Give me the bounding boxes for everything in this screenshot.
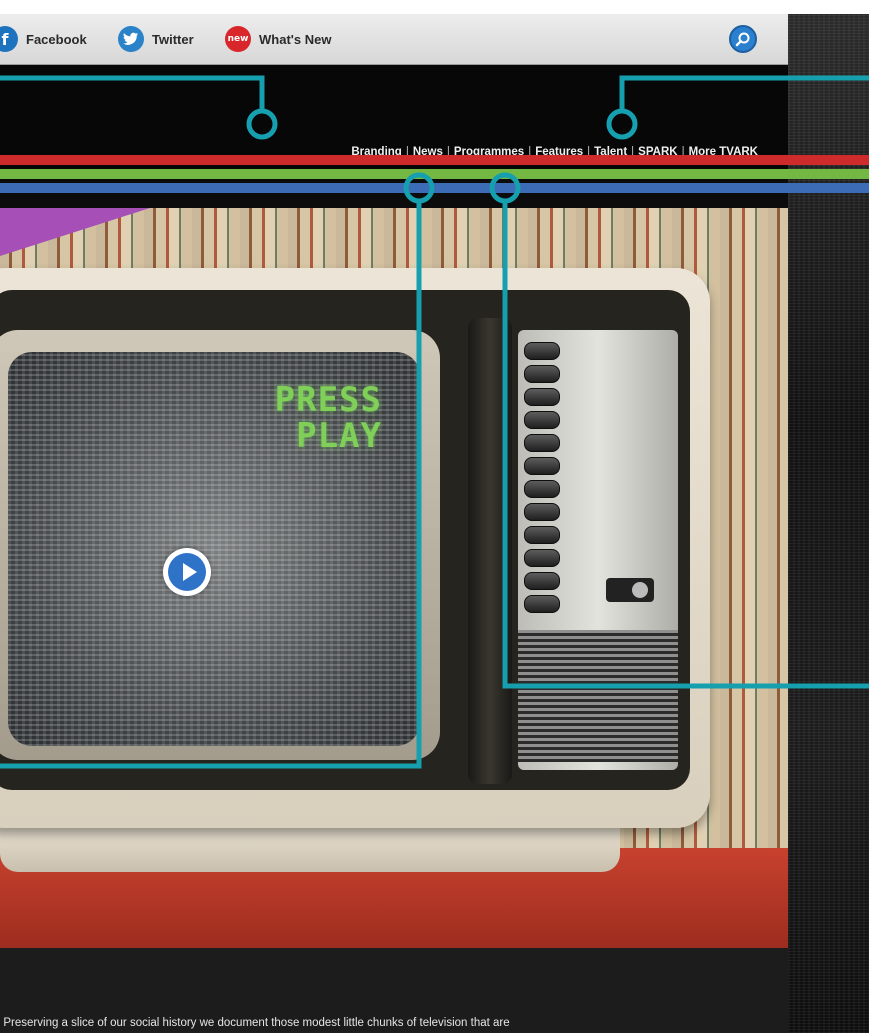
retro-tv: PRESS PLAY: [0, 268, 710, 828]
search-icon: [735, 32, 750, 47]
channel-button: [524, 503, 560, 521]
press-text: PRESS: [274, 380, 382, 420]
channel-button: [524, 526, 560, 544]
channel-button: [524, 434, 560, 452]
blue-stripe: [0, 183, 869, 193]
channel-button: [524, 388, 560, 406]
press-play-text: PRESS PLAY: [275, 382, 382, 454]
hero-banner: PRESS PLAY: [0, 208, 788, 948]
tv-control-panel: [518, 330, 678, 770]
footer: . Preserving a slice of our social histo…: [0, 948, 788, 1033]
channel-button: [524, 595, 560, 613]
static-noise-panel: [788, 14, 869, 1033]
channel-button: [524, 342, 560, 360]
twitter-link[interactable]: Twitter: [118, 25, 194, 53]
speaker-grille: [518, 630, 678, 762]
power-switch: [606, 578, 654, 602]
twitter-label: Twitter: [152, 31, 194, 47]
tvark-website: f Facebook Twitter new What's New Brandi…: [0, 14, 788, 1033]
channel-button: [524, 457, 560, 475]
facebook-link[interactable]: f Facebook: [0, 25, 87, 53]
footer-description: . Preserving a slice of our social histo…: [0, 1017, 510, 1029]
channel-button: [524, 572, 560, 590]
site-header: Branding | News | Programmes | Features | Talent…: [0, 65, 788, 169]
channel-button: [524, 480, 560, 498]
purple-corner-tag: [0, 208, 150, 256]
whats-new-icon: new: [225, 26, 251, 52]
tv-screen-frame: PRESS PLAY: [0, 330, 440, 760]
play-button[interactable]: [163, 548, 211, 596]
facebook-icon: f: [0, 26, 18, 52]
tv-side-slot: [468, 318, 512, 784]
red-stripe: [0, 155, 869, 165]
play-icon: [168, 553, 206, 591]
whats-new-link[interactable]: new What's New: [225, 25, 331, 53]
whats-new-label: What's New: [259, 31, 332, 47]
play-triangle: [183, 563, 197, 581]
green-stripe: [0, 169, 869, 179]
channel-button: [524, 411, 560, 429]
search-button[interactable]: [729, 25, 757, 53]
social-bar: f Facebook Twitter new What's New: [0, 14, 788, 65]
tv-inner-cabinet: PRESS PLAY: [0, 290, 690, 790]
page-margin: [0, 0, 869, 14]
tv-base: [0, 828, 620, 872]
play-text: PLAY: [296, 416, 382, 456]
twitter-icon: [118, 26, 144, 52]
tv-screen[interactable]: PRESS PLAY: [8, 352, 420, 746]
channel-button: [524, 549, 560, 567]
channel-button: [524, 365, 560, 383]
facebook-label: Facebook: [26, 31, 87, 47]
